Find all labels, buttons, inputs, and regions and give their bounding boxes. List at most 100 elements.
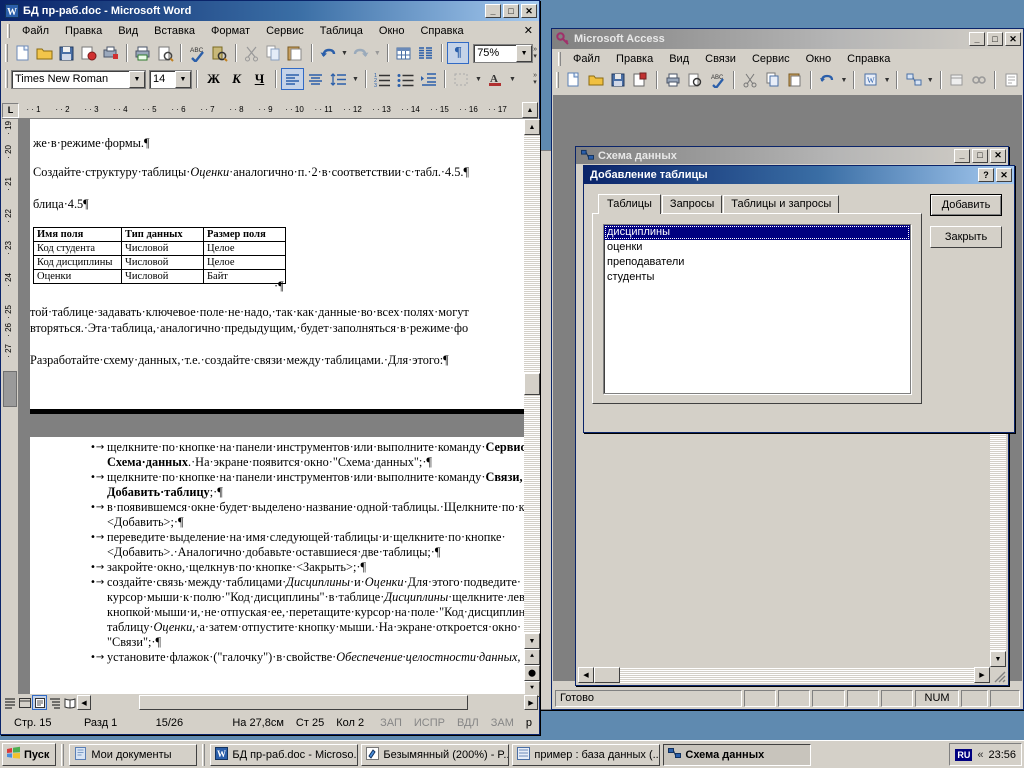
new-database-icon[interactable] <box>562 69 584 91</box>
borders-dropdown-arrow[interactable]: ▼ <box>473 68 484 90</box>
print-preview-icon[interactable] <box>629 69 651 91</box>
schema-hscrollbar[interactable]: ◀ ▶ <box>578 667 990 683</box>
document-page-upper[interactable]: же·в·режиме·формы.¶ Создайте·структуру·т… <box>30 119 527 417</box>
access-menu-window[interactable]: Окно <box>798 51 840 67</box>
align-center-icon[interactable] <box>304 68 327 90</box>
procedure-list[interactable]: щелкните·по·кнопке·на·панели·инструменто… <box>85 440 530 665</box>
menubar-grip[interactable] <box>7 23 10 38</box>
zoom-combo[interactable]: 75% ▼ <box>473 43 534 63</box>
schema-close-button[interactable]: ✕ <box>990 148 1006 163</box>
new-document-icon[interactable] <box>11 42 33 64</box>
print-icon[interactable] <box>132 42 154 64</box>
taskbar-item-access-db[interactable]: пример : база данных (... <box>512 743 661 766</box>
access-menu-help[interactable]: Справка <box>839 51 898 67</box>
menubar-grip[interactable] <box>558 51 561 66</box>
spellcheck-icon[interactable]: ABC <box>186 42 208 64</box>
toolbar-overflow-button[interactable]: » ▾ <box>533 46 539 60</box>
bold-button[interactable]: Ж <box>202 68 225 90</box>
word-maximize-button[interactable]: □ <box>503 4 519 18</box>
close-document-button[interactable]: ✕ <box>516 22 539 39</box>
word-menu-file[interactable]: Файл <box>14 23 57 39</box>
word-menu-tools[interactable]: Сервис <box>258 23 312 39</box>
save-disk-icon[interactable] <box>607 69 629 91</box>
relationships-icon[interactable] <box>902 69 924 91</box>
save-disk-icon[interactable] <box>55 42 77 64</box>
scroll-up-arrow[interactable]: ▲ <box>524 119 540 135</box>
chevron-down-icon[interactable]: ▼ <box>175 70 191 88</box>
word-menu-format[interactable]: Формат <box>203 23 258 39</box>
align-left-icon[interactable] <box>281 68 304 90</box>
access-menu-tools[interactable]: Сервис <box>744 51 798 67</box>
horizontal-ruler[interactable]: L · · 1 · · 2 · · 3 · · 4 · · 5 · · 6 · · 7 · ·… <box>2 102 538 119</box>
toolbar-grip[interactable] <box>556 72 559 88</box>
cut-scissors-icon[interactable] <box>241 42 263 64</box>
tab-tables[interactable]: Таблицы <box>598 194 661 214</box>
status-indicator-trk[interactable]: ИСПР <box>408 717 451 729</box>
cut-scissors-icon[interactable] <box>739 69 761 91</box>
research-icon[interactable] <box>208 42 230 64</box>
paste-icon[interactable] <box>285 42 307 64</box>
clear-layout-icon[interactable] <box>968 69 990 91</box>
tab-queries[interactable]: Запросы <box>661 195 723 213</box>
add-button[interactable]: Добавить <box>930 194 1002 216</box>
underline-button[interactable]: Ч <box>248 68 271 90</box>
toolbar-overflow-button[interactable]: » ▾ <box>533 72 539 86</box>
access-menu-edit[interactable]: Правка <box>608 51 661 67</box>
document-area[interactable]: · 19 · 20 · 21 · 22 · 23 · 24 · 25 · 26 … <box>2 119 540 697</box>
word-menu-view[interactable]: Вид <box>110 23 146 39</box>
schema-minimize-button[interactable]: _ <box>954 148 970 163</box>
preview-icon[interactable] <box>154 42 176 64</box>
word-standard-toolbar[interactable]: ABC ▼ ▼ ¶ 75% ▼ » ▾ <box>1 40 539 66</box>
status-indicator-rec[interactable]: ЗАП <box>370 717 408 729</box>
schema-maximize-button[interactable]: □ <box>972 148 988 163</box>
font-color-icon[interactable]: A <box>484 68 507 90</box>
access-maximize-button[interactable]: □ <box>987 32 1003 46</box>
toolbar-grip[interactable] <box>5 44 8 62</box>
taskbar[interactable]: Пуск Мои документы W БД пр-раб.doc - Mic… <box>0 740 1024 768</box>
open-folder-icon[interactable] <box>33 42 55 64</box>
undo-icon[interactable] <box>317 42 339 64</box>
word-menu-window[interactable]: Окно <box>371 23 413 39</box>
word-view-bar[interactable]: ◀ ▶ <box>2 694 538 711</box>
schema-titlebar[interactable]: Схема данных _ □ ✕ <box>576 147 1008 164</box>
redo-icon[interactable] <box>350 42 372 64</box>
word-menu-edit[interactable]: Правка <box>57 23 110 39</box>
font-name-combo[interactable]: Times New Roman ▼ <box>11 69 146 89</box>
access-menu-relationships[interactable]: Связи <box>697 51 744 67</box>
spellcheck-icon[interactable]: ABC <box>707 69 729 91</box>
line-spacing-dropdown-arrow[interactable]: ▼ <box>350 68 361 90</box>
outline-view-icon[interactable] <box>47 695 62 710</box>
scroll-right-arrow[interactable]: ▶ <box>524 695 538 710</box>
hscroll-thumb[interactable] <box>139 695 468 710</box>
increase-indent-icon[interactable] <box>417 68 440 90</box>
line-spacing-icon[interactable] <box>327 68 350 90</box>
select-browse-object-button[interactable]: ⬤ <box>524 665 540 681</box>
font-size-combo[interactable]: 14 ▼ <box>149 69 192 89</box>
word-formatting-toolbar[interactable]: Times New Roman ▼ 14 ▼ Ж К Ч ▼ 123 ▼ A ▼… <box>1 66 539 92</box>
undo-icon[interactable] <box>816 69 838 91</box>
ruler-scroll-up[interactable]: ▲ <box>522 102 538 118</box>
columns-icon[interactable] <box>415 42 437 64</box>
tables-listbox[interactable]: дисциплины оценки преподаватели студенты <box>603 224 911 394</box>
access-titlebar[interactable]: Microsoft Access _ □ ✕ <box>552 29 1023 49</box>
vscroll-track-lower[interactable] <box>524 395 540 633</box>
add-table-dialog[interactable]: Добавление таблицы ? ✕ Таблицы Запросы Т… <box>583 165 1015 433</box>
access-close-button[interactable]: ✕ <box>1005 32 1021 46</box>
schema-resize-grip[interactable] <box>990 667 1006 683</box>
access-menu-view[interactable]: Вид <box>661 51 697 67</box>
chevron-down-icon[interactable]: ▼ <box>516 44 533 62</box>
status-language[interactable]: р <box>520 717 538 729</box>
hscroll-thumb[interactable] <box>594 667 620 683</box>
borders-icon[interactable] <box>450 68 473 90</box>
insert-table-icon[interactable] <box>393 42 415 64</box>
office-links-dropdown-arrow[interactable]: ▼ <box>882 69 893 91</box>
office-links-icon[interactable]: W <box>859 69 881 91</box>
add-table-close-button[interactable]: ✕ <box>996 168 1012 182</box>
chevron-down-icon[interactable]: ▼ <box>129 70 145 88</box>
access-menu-file[interactable]: Файл <box>565 51 608 67</box>
undo-dropdown-arrow[interactable]: ▼ <box>839 69 850 91</box>
scroll-left-arrow[interactable]: ◀ <box>578 667 594 683</box>
clock[interactable]: 23:56 <box>988 749 1016 761</box>
tab-tables-and-queries[interactable]: Таблицы и запросы <box>723 195 840 213</box>
word-close-button[interactable]: ✕ <box>521 4 537 18</box>
